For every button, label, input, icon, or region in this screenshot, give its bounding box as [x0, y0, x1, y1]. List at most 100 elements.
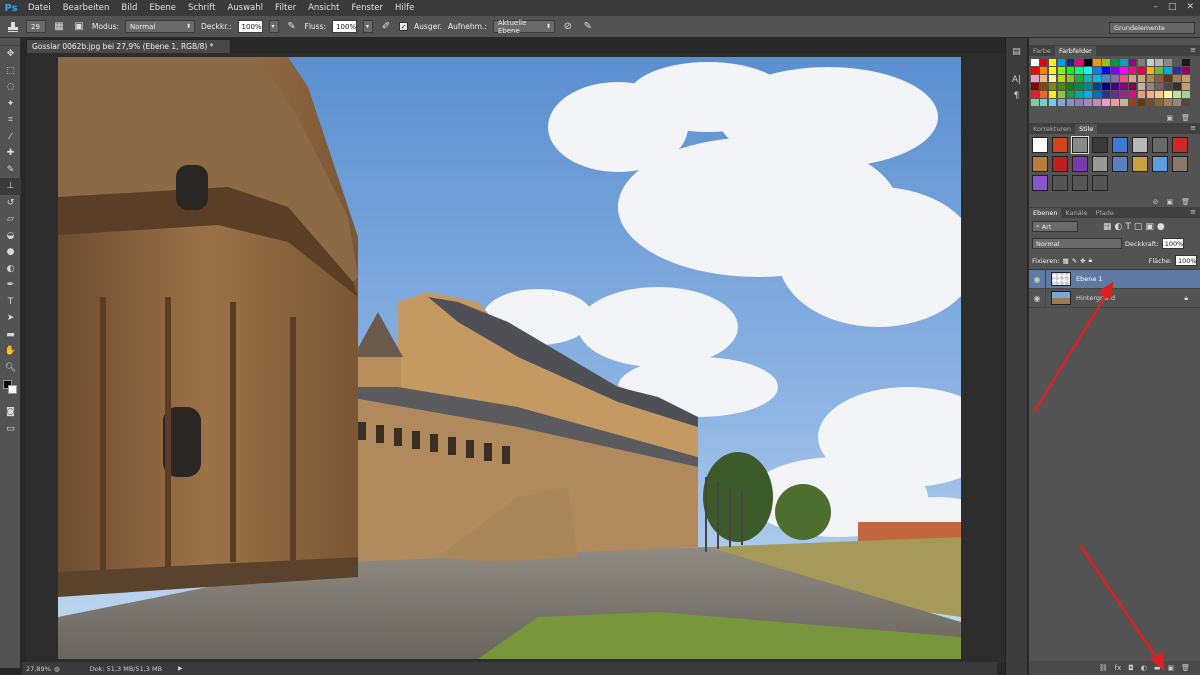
- lock-all-icon[interactable]: 🔒︎: [1089, 256, 1092, 265]
- pen-tool-icon[interactable]: ✒: [0, 277, 21, 294]
- color-swatch[interactable]: [1031, 75, 1039, 82]
- color-swatch[interactable]: [1146, 67, 1155, 74]
- eyedropper-tool-icon[interactable]: ⁄: [0, 129, 21, 146]
- shape-filter-icon[interactable]: ▢: [1134, 222, 1143, 232]
- purple-style-icon[interactable]: [1072, 156, 1088, 172]
- blend-mode-dropdown[interactable]: Normal: [1032, 238, 1122, 249]
- color-swatch[interactable]: [1119, 67, 1128, 74]
- blank-style-icon[interactable]: [1071, 136, 1089, 154]
- color-swatch[interactable]: [1128, 75, 1137, 82]
- trash-icon[interactable]: 🗑︎: [1181, 114, 1190, 122]
- maximize-button[interactable]: □: [1168, 2, 1177, 12]
- menu-ansicht[interactable]: Ansicht: [302, 3, 345, 13]
- color-swatch[interactable]: [1164, 99, 1172, 106]
- clone-stamp-tool-icon[interactable]: ⊥: [0, 178, 21, 195]
- color-swatch[interactable]: [1048, 83, 1057, 90]
- layer-opacity-input[interactable]: 100%: [1161, 238, 1184, 249]
- trash-icon[interactable]: 🗑︎: [1181, 198, 1190, 206]
- color-swatch[interactable]: [1102, 75, 1110, 82]
- type-filter-icon[interactable]: T: [1125, 222, 1131, 232]
- path-selection-tool-icon[interactable]: ➤: [0, 310, 21, 327]
- tab-stile[interactable]: Stile: [1075, 124, 1098, 134]
- type-tool-icon[interactable]: T: [0, 294, 21, 311]
- gold-style-icon[interactable]: [1132, 156, 1148, 172]
- adjustment-filter-icon[interactable]: ◐: [1115, 222, 1123, 232]
- color-swatch[interactable]: [1173, 59, 1181, 66]
- rectangle-tool-icon[interactable]: ▬: [0, 327, 21, 344]
- color-swatch[interactable]: [1031, 83, 1039, 90]
- color-swatch[interactable]: [1137, 67, 1146, 74]
- blue-border-style-icon[interactable]: [1112, 156, 1128, 172]
- color-swatch[interactable]: [1075, 75, 1084, 82]
- color-swatch[interactable]: [1173, 75, 1181, 82]
- stone-style-icon[interactable]: [1172, 156, 1188, 172]
- color-swatch[interactable]: [1093, 83, 1101, 90]
- color-swatch[interactable]: [1146, 75, 1155, 82]
- lock-transparency-icon[interactable]: ▦: [1063, 257, 1069, 265]
- hand-tool-icon[interactable]: ✋: [0, 343, 21, 360]
- color-swatch[interactable]: [1137, 83, 1146, 90]
- lock-position-icon[interactable]: ✥: [1080, 257, 1085, 265]
- color-swatch[interactable]: [1066, 91, 1075, 98]
- menu-bearbeiten[interactable]: Bearbeiten: [57, 3, 116, 13]
- color-swatch[interactable]: [1048, 67, 1057, 74]
- color-swatch[interactable]: [1102, 99, 1110, 106]
- color-swatch[interactable]: [1111, 99, 1119, 106]
- sample-dropdown[interactable]: Aktuelle Ebene ⬍: [492, 19, 555, 35]
- color-swatch[interactable]: [1182, 75, 1190, 82]
- color-swatch[interactable]: [1057, 83, 1066, 90]
- clone-source-panel-icon[interactable]: ▣: [72, 20, 86, 34]
- color-swatch[interactable]: [1066, 75, 1075, 82]
- clear-style-icon[interactable]: ⊘: [1153, 198, 1159, 206]
- gray-style-icon[interactable]: [1132, 137, 1148, 153]
- mode-dropdown[interactable]: Normal ⬍: [125, 20, 196, 33]
- new-layer-icon[interactable]: ▣: [1167, 664, 1174, 672]
- color-swatch[interactable]: [1182, 83, 1190, 90]
- purple-glow-style-icon[interactable]: [1032, 175, 1048, 191]
- color-swatch[interactable]: [1119, 99, 1128, 106]
- pixel-filter-icon[interactable]: ▦: [1103, 222, 1112, 232]
- screen-mode-icon[interactable]: ▭: [0, 421, 21, 438]
- document-tab[interactable]: Gosslar 0062b.jpg bei 27,9% (Ebene 1, RG…: [26, 39, 231, 53]
- marquee-tool-icon[interactable]: ⬚: [0, 63, 21, 80]
- brush-size-picker[interactable]: 29: [26, 20, 46, 33]
- brush-tool-icon[interactable]: ✎: [0, 162, 21, 179]
- color-swatch[interactable]: [1173, 99, 1181, 106]
- color-swatch[interactable]: [1137, 59, 1146, 66]
- trash-icon[interactable]: 🗑︎: [1181, 664, 1190, 672]
- color-swatch[interactable]: [1137, 99, 1146, 106]
- color-swatch[interactable]: [1057, 59, 1066, 66]
- color-swatch[interactable]: [1146, 91, 1155, 98]
- airbrush-icon[interactable]: ✐: [379, 20, 393, 34]
- color-swatch[interactable]: [1164, 67, 1172, 74]
- empty-slot-2[interactable]: [1072, 175, 1088, 191]
- fill-input[interactable]: 100%: [1175, 255, 1197, 266]
- opacity-input[interactable]: 100%: [237, 20, 263, 33]
- color-swatch[interactable]: [1128, 99, 1137, 106]
- color-swatch[interactable]: [1182, 67, 1190, 74]
- color-swatch[interactable]: [1182, 99, 1190, 106]
- color-swatch[interactable]: [1128, 67, 1137, 74]
- color-swatch[interactable]: [1048, 91, 1057, 98]
- color-swatch[interactable]: [1084, 59, 1092, 66]
- history-panel-icon[interactable]: ▤: [1006, 44, 1027, 60]
- color-swatch[interactable]: [1066, 67, 1075, 74]
- filter-toggle-icon[interactable]: ●: [1157, 222, 1165, 232]
- color-swatch[interactable]: [1111, 59, 1119, 66]
- chrome-style-icon[interactable]: [1092, 137, 1108, 153]
- tab-korrekturen[interactable]: Korrekturen: [1029, 124, 1075, 134]
- menu-fenster[interactable]: Fenster: [345, 3, 389, 13]
- aligned-checkbox[interactable]: ✓: [399, 22, 409, 31]
- color-swatch[interactable]: [1119, 83, 1128, 90]
- color-swatch[interactable]: [1128, 91, 1137, 98]
- blur-tool-icon[interactable]: ●: [0, 244, 21, 261]
- color-swatch[interactable]: [1031, 99, 1039, 106]
- eraser-tool-icon[interactable]: ▱: [0, 211, 21, 228]
- zoom-tool-icon[interactable]: 🔍︎: [0, 360, 21, 377]
- color-swatch[interactable]: [1048, 75, 1057, 82]
- quick-selection-tool-icon[interactable]: ✦: [0, 96, 21, 113]
- color-swatch[interactable]: [1155, 59, 1164, 66]
- color-swatch[interactable]: [1066, 99, 1075, 106]
- color-swatch[interactable]: [1084, 91, 1092, 98]
- paragraph-panel-icon[interactable]: ¶: [1006, 88, 1027, 104]
